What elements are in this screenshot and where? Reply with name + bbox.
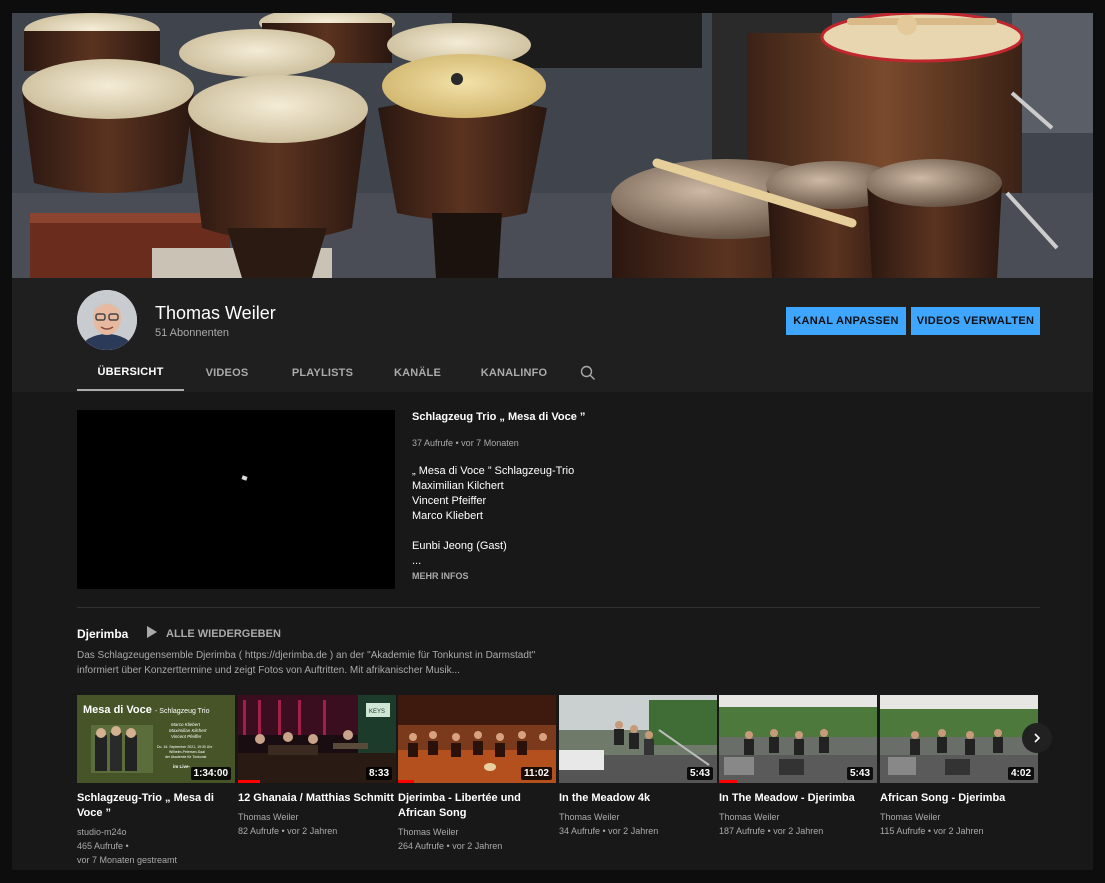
thumb-subtitle: - Schlagzeug Trio [155, 708, 210, 715]
featured-video-title[interactable]: Schlagzeug Trio „ Mesa di Voce ” [412, 411, 585, 423]
playlist-title[interactable]: Djerimba [77, 627, 128, 641]
video-thumbnail[interactable]: Mesa di Voce - Schlagzeug Trio Marco Kli… [77, 695, 235, 783]
video-meta: 115 Aufrufe • vor 2 Jahren [880, 826, 984, 836]
channel-name: Thomas Weiler [155, 303, 276, 323]
video-meta: 465 Aufrufe • [77, 841, 129, 851]
video-duration: 5:43 [846, 767, 873, 780]
channel-banner [12, 13, 1093, 278]
avatar[interactable] [77, 290, 137, 350]
description-line: Maximilian Kilchert [412, 480, 504, 492]
thumb-title: Mesa di Voce [83, 704, 152, 716]
chevron-right-icon[interactable] [1022, 723, 1052, 753]
video-channel[interactable]: Thomas Weiler [398, 825, 556, 839]
description-line [412, 524, 574, 539]
video-channel[interactable]: Thomas Weiler [238, 810, 396, 824]
thumb-info: Wilhelm-Petersen-Saal [169, 750, 205, 754]
play-all-label: ALLE WIEDERGEBEN [166, 627, 281, 640]
thumb-name: Marco Kliebert [171, 722, 201, 727]
video-card[interactable]: KEYS 8:33 12 Ghanaia / Matthias Schmitt … [238, 695, 396, 838]
video-card[interactable]: 5:43 In The Meadow - Djerimba Thomas Wei… [719, 695, 877, 838]
video-meta: 34 Aufrufe • vor 2 Jahren [559, 826, 659, 836]
video-duration: 4:02 [1007, 767, 1034, 780]
customize-channel-button[interactable]: KANAL ANPASSEN [786, 307, 906, 335]
video-title[interactable]: In the Meadow 4k [559, 791, 717, 806]
video-thumbnail[interactable]: 5:43 [719, 695, 877, 783]
featured-video-player[interactable] [77, 410, 395, 589]
tab-channels[interactable]: KANÄLE [375, 355, 460, 391]
video-title[interactable]: Djerimba - Libertée und African Song [398, 791, 556, 821]
video-duration: 5:43 [686, 767, 713, 780]
thumb-sign: KEYS [369, 709, 385, 715]
featured-video-description: „ Mesa di Voce ” Schlagzeug-Trio Maximil… [412, 464, 574, 569]
tab-playlists[interactable]: PLAYLISTS [270, 355, 375, 391]
video-duration: 1:34:00 [190, 767, 231, 780]
play-icon [146, 626, 166, 641]
channel-header: Thomas Weiler 51 Abonnenten KANAL ANPASS… [12, 278, 1093, 392]
description-line: Eunbi Jeong (Gast) [412, 540, 507, 552]
description-line: ... [412, 555, 422, 567]
more-info-link[interactable]: MEHR INFOS [412, 571, 469, 581]
video-title[interactable]: African Song - Djerimba [880, 791, 1038, 806]
video-card[interactable]: 5:43 In the Meadow 4k Thomas Weiler 34 A… [559, 695, 717, 838]
play-all-button[interactable]: ALLE WIEDERGEBEN [146, 626, 281, 641]
tab-about[interactable]: KANALINFO [460, 355, 568, 391]
watch-progress-bar [238, 780, 260, 783]
watch-progress-bar [398, 780, 414, 783]
description-line: Marco Kliebert [412, 510, 483, 522]
thumb-name: Vincent Pfeiffer [171, 734, 202, 739]
tab-videos[interactable]: VIDEOS [184, 355, 270, 391]
video-title[interactable]: In The Meadow - Djerimba [719, 791, 877, 806]
video-thumbnail[interactable]: 4:02 [880, 695, 1038, 783]
thumb-live: im Live- [173, 764, 191, 769]
description-line: „ Mesa di Voce ” Schlagzeug-Trio [412, 465, 575, 477]
channel-page: Thomas Weiler 51 Abonnenten KANAL ANPASS… [12, 13, 1093, 870]
video-meta: vor 7 Monaten gestreamt [77, 855, 178, 865]
video-card[interactable]: 11:02 Djerimba - Libertée und African So… [398, 695, 556, 853]
video-thumbnail[interactable]: 5:43 [559, 695, 717, 783]
video-card[interactable]: Mesa di Voce - Schlagzeug Trio Marco Kli… [77, 695, 235, 867]
section-divider [77, 607, 1040, 608]
tab-overview[interactable]: ÜBERSICHT [77, 355, 184, 391]
video-channel[interactable]: Thomas Weiler [880, 810, 1038, 824]
featured-video-meta: 37 Aufrufe • vor 7 Monaten [412, 438, 519, 448]
cursor-icon [241, 475, 248, 481]
thumb-info: der Akademie für Tonkunst [165, 755, 206, 759]
description-line: Vincent Pfeiffer [412, 495, 487, 507]
video-card[interactable]: 4:02 African Song - Djerimba Thomas Weil… [880, 695, 1038, 838]
video-duration: 8:33 [365, 767, 392, 780]
thumb-info: Do. 16. September 2021, 19:30 Uhr [157, 745, 213, 749]
video-thumbnail[interactable]: KEYS 8:33 [238, 695, 396, 783]
manage-videos-button[interactable]: VIDEOS VERWALTEN [911, 307, 1040, 335]
video-title[interactable]: Schlagzeug-Trio „ Mesa di Voce ” [77, 791, 235, 821]
subscriber-count: 51 Abonnenten [155, 327, 230, 339]
search-icon[interactable] [568, 355, 608, 391]
video-thumbnail[interactable]: 11:02 [398, 695, 556, 783]
thumb-name: Maximilian Kilchert [169, 728, 207, 733]
video-channel[interactable]: Thomas Weiler [719, 810, 877, 824]
watch-progress-bar [719, 780, 737, 783]
channel-tabs: ÜBERSICHT VIDEOS PLAYLISTS KANÄLE KANALI… [77, 355, 608, 391]
video-title[interactable]: 12 Ghanaia / Matthias Schmitt [238, 791, 396, 806]
playlist-description: Das Schlagzeugensemble Djerimba ( https:… [77, 650, 536, 676]
video-duration: 11:02 [520, 767, 552, 780]
video-meta: 187 Aufrufe • vor 2 Jahren [719, 826, 824, 836]
video-channel[interactable]: Thomas Weiler [559, 810, 717, 824]
video-channel[interactable]: studio-m24o [77, 825, 235, 839]
channel-content: Schlagzeug Trio „ Mesa di Voce ” 37 Aufr… [12, 392, 1093, 870]
video-meta: 82 Aufrufe • vor 2 Jahren [238, 826, 338, 836]
video-meta: 264 Aufrufe • vor 2 Jahren [398, 841, 503, 851]
